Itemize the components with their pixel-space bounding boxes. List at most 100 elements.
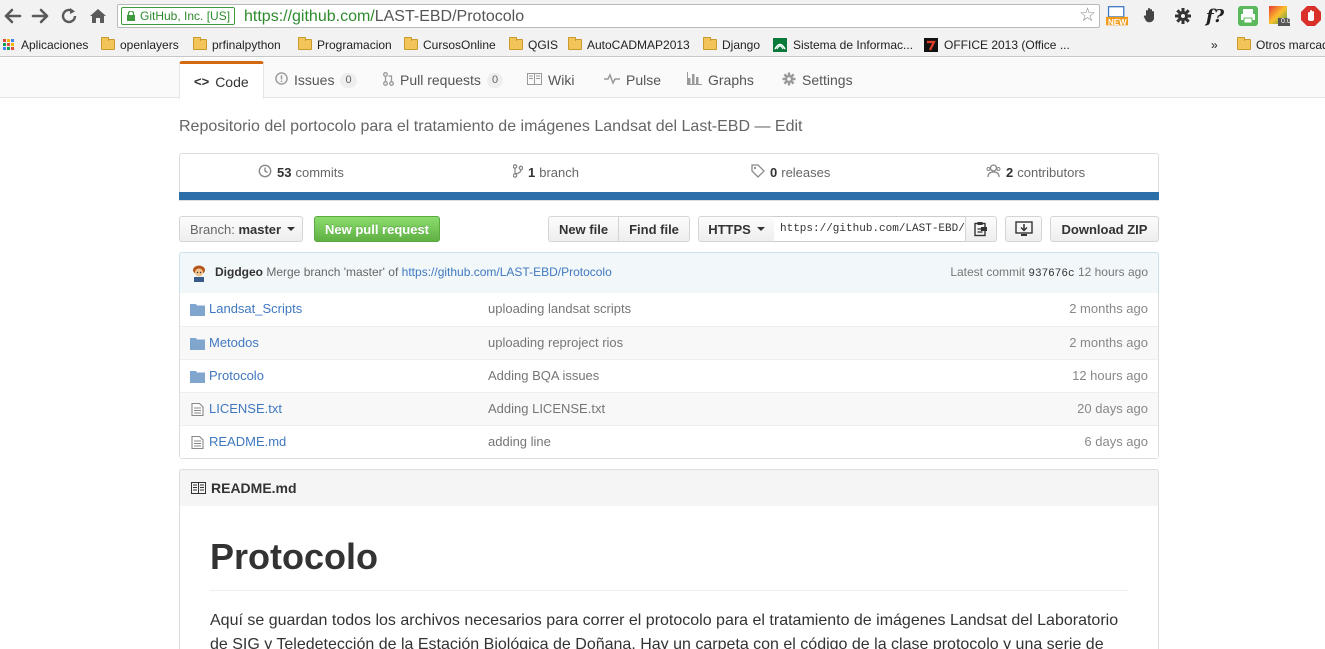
button-label: New file	[558, 221, 609, 237]
branch-prefix: Branch:	[190, 221, 235, 237]
table-row: Protocolo Adding BQA issues 12 hours ago	[180, 359, 1158, 392]
bookmark-folder[interactable]: AutoCADMAP2013	[568, 35, 690, 54]
new-file-button[interactable]: New file	[548, 216, 619, 242]
bookmark-star-icon[interactable]: ☆	[1079, 6, 1096, 26]
file-name-link[interactable]: Metodos	[209, 335, 259, 350]
file-commit-message[interactable]: uploading landsat scripts	[488, 301, 631, 316]
contributors-summary[interactable]: 2 contributors	[986, 164, 1085, 181]
table-row: Metodos uploading reproject rios 2 month…	[180, 326, 1158, 359]
tab-issues[interactable]: Issues 0	[275, 61, 357, 99]
commit-author[interactable]: Digdgeo	[215, 265, 263, 279]
find-file-button[interactable]: Find file	[618, 216, 690, 242]
adblock-stop-icon[interactable]	[1300, 5, 1322, 27]
folder-icon	[190, 304, 205, 316]
file-text-icon	[191, 403, 204, 416]
bookmark-folder[interactable]: Django	[703, 35, 760, 54]
bookmark-label: CursosOnline	[423, 37, 496, 52]
tab-pulse[interactable]: Pulse	[604, 61, 661, 99]
bookmarks-bar: Aplicaciones openlayers prfinalpython Pr…	[0, 32, 1325, 57]
clone-url-input[interactable]: https://github.com/LAST-EBD/Protocolo.gi…	[774, 216, 966, 242]
button-label: Find file	[629, 221, 679, 237]
folder-icon	[193, 37, 207, 50]
clone-protocol-select[interactable]: HTTPS	[698, 216, 775, 242]
apps-grid-icon	[3, 38, 15, 51]
issue-icon	[275, 72, 288, 88]
file-commit-message[interactable]: uploading reproject rios	[488, 335, 623, 350]
edit-description-link[interactable]: Edit	[775, 118, 803, 135]
releases-summary[interactable]: 0 releases	[751, 164, 830, 181]
file-commit-message[interactable]: Adding BQA issues	[488, 368, 599, 383]
repo-description: Repositorio del portocolo para el tratam…	[179, 118, 802, 136]
bookmark-folder[interactable]: Programacion	[298, 35, 392, 54]
ev-certificate-badge[interactable]: GitHub, Inc. [US]	[121, 7, 236, 25]
overflow-label: »	[1211, 37, 1218, 52]
commit-link[interactable]: https://github.com/LAST-EBD/Protocolo	[402, 265, 612, 279]
contributors-count: 2	[1006, 165, 1014, 180]
table-row: README.md adding line 6 days ago	[180, 425, 1158, 458]
file-name-link[interactable]: Protocolo	[209, 368, 264, 383]
new-extension-icon[interactable]: NEW	[1106, 5, 1128, 27]
forward-arrow-icon[interactable]	[28, 4, 52, 28]
file-name-link[interactable]: Landsat_Scripts	[209, 301, 302, 316]
bookmark-folder[interactable]: openlayers	[101, 35, 179, 54]
back-arrow-icon[interactable]	[1, 4, 25, 28]
folder-icon	[509, 37, 523, 50]
tab-code[interactable]: <> Code	[179, 61, 264, 99]
bookmark-label: OFFICE 2013 (Office ...	[944, 37, 1070, 52]
office-icon	[924, 37, 938, 52]
copy-clipboard-button[interactable]	[965, 216, 997, 242]
new-pull-request-button[interactable]: New pull request	[314, 216, 440, 242]
gear-icon[interactable]	[1172, 5, 1194, 27]
bookmark-link[interactable]: OFFICE 2013 (Office ...	[924, 35, 1070, 54]
language-bar[interactable]	[179, 192, 1159, 200]
tab-label: Graphs	[708, 72, 754, 88]
folder-icon	[298, 37, 312, 50]
branch-summary[interactable]: 1 branch	[512, 164, 579, 181]
avatar[interactable]	[190, 264, 208, 282]
bookmark-folder-other[interactable]: Otros marcadores	[1237, 35, 1325, 54]
protocol-label: HTTPS	[708, 221, 751, 237]
bookmark-label: Django	[722, 37, 761, 52]
commit-meta: Latest commit 937676c 12 hours ago	[950, 265, 1148, 280]
description-separator: —	[750, 118, 775, 135]
bookmark-label: openlayers	[120, 37, 179, 52]
tab-pull-requests[interactable]: Pull requests 0	[383, 61, 504, 99]
tab-wiki[interactable]: Wiki	[527, 61, 574, 99]
file-name-link[interactable]: README.md	[209, 434, 286, 449]
hand-extension-icon[interactable]	[1140, 5, 1162, 27]
tab-settings[interactable]: Settings	[782, 61, 853, 99]
releases-count: 0	[770, 165, 778, 180]
branch-select-button[interactable]: Branch: master	[179, 216, 303, 242]
tab-label: Settings	[802, 72, 853, 88]
bookmark-link[interactable]: Sistema de Informac...	[773, 35, 913, 54]
file-commit-message[interactable]: adding line	[488, 434, 551, 449]
bookmark-folder[interactable]: CursosOnline	[404, 35, 496, 54]
file-age: 2 months ago	[1069, 301, 1148, 316]
commits-summary[interactable]: 53 commits	[258, 164, 344, 181]
commit-message[interactable]: Merge branch 'master' of	[266, 265, 398, 279]
url-text[interactable]: https://github.com/LAST-EBD/Protocolo	[244, 7, 524, 27]
bookmarks-overflow-chevron-icon[interactable]: »	[1211, 35, 1218, 54]
file-commit-message[interactable]: Adding LICENSE.txt	[488, 401, 605, 416]
file-name-link[interactable]: LICENSE.txt	[209, 401, 282, 416]
book-icon	[191, 482, 206, 494]
address-bar[interactable]: GitHub, Inc. [US] https://github.com/LAS…	[117, 4, 1100, 28]
open-in-desktop-button[interactable]	[1005, 216, 1042, 242]
reload-icon[interactable]	[57, 4, 81, 28]
bookmark-label: Programacion	[317, 37, 392, 52]
download-zip-button[interactable]: Download ZIP	[1050, 216, 1159, 242]
home-icon[interactable]	[86, 4, 110, 28]
latest-commit-label: Latest commit	[950, 265, 1026, 279]
tab-graphs[interactable]: Graphs	[687, 61, 754, 99]
branch-icon	[512, 164, 524, 181]
commit-sha[interactable]: 937676c	[1028, 268, 1074, 280]
print-friendly-icon[interactable]	[1237, 5, 1259, 27]
font-finder-icon[interactable]: f?	[1204, 5, 1226, 27]
browser-toolbar: GitHub, Inc. [US] https://github.com/LAS…	[0, 0, 1325, 32]
color-chart-extension-icon[interactable]: 0.0	[1268, 5, 1291, 27]
file-text-icon	[191, 436, 204, 449]
bookmark-apps[interactable]: Aplicaciones	[3, 35, 88, 54]
bookmark-folder[interactable]: prfinalpython	[193, 35, 281, 54]
bookmark-folder[interactable]: QGIS	[509, 35, 558, 54]
new-badge: NEW	[1108, 18, 1127, 27]
